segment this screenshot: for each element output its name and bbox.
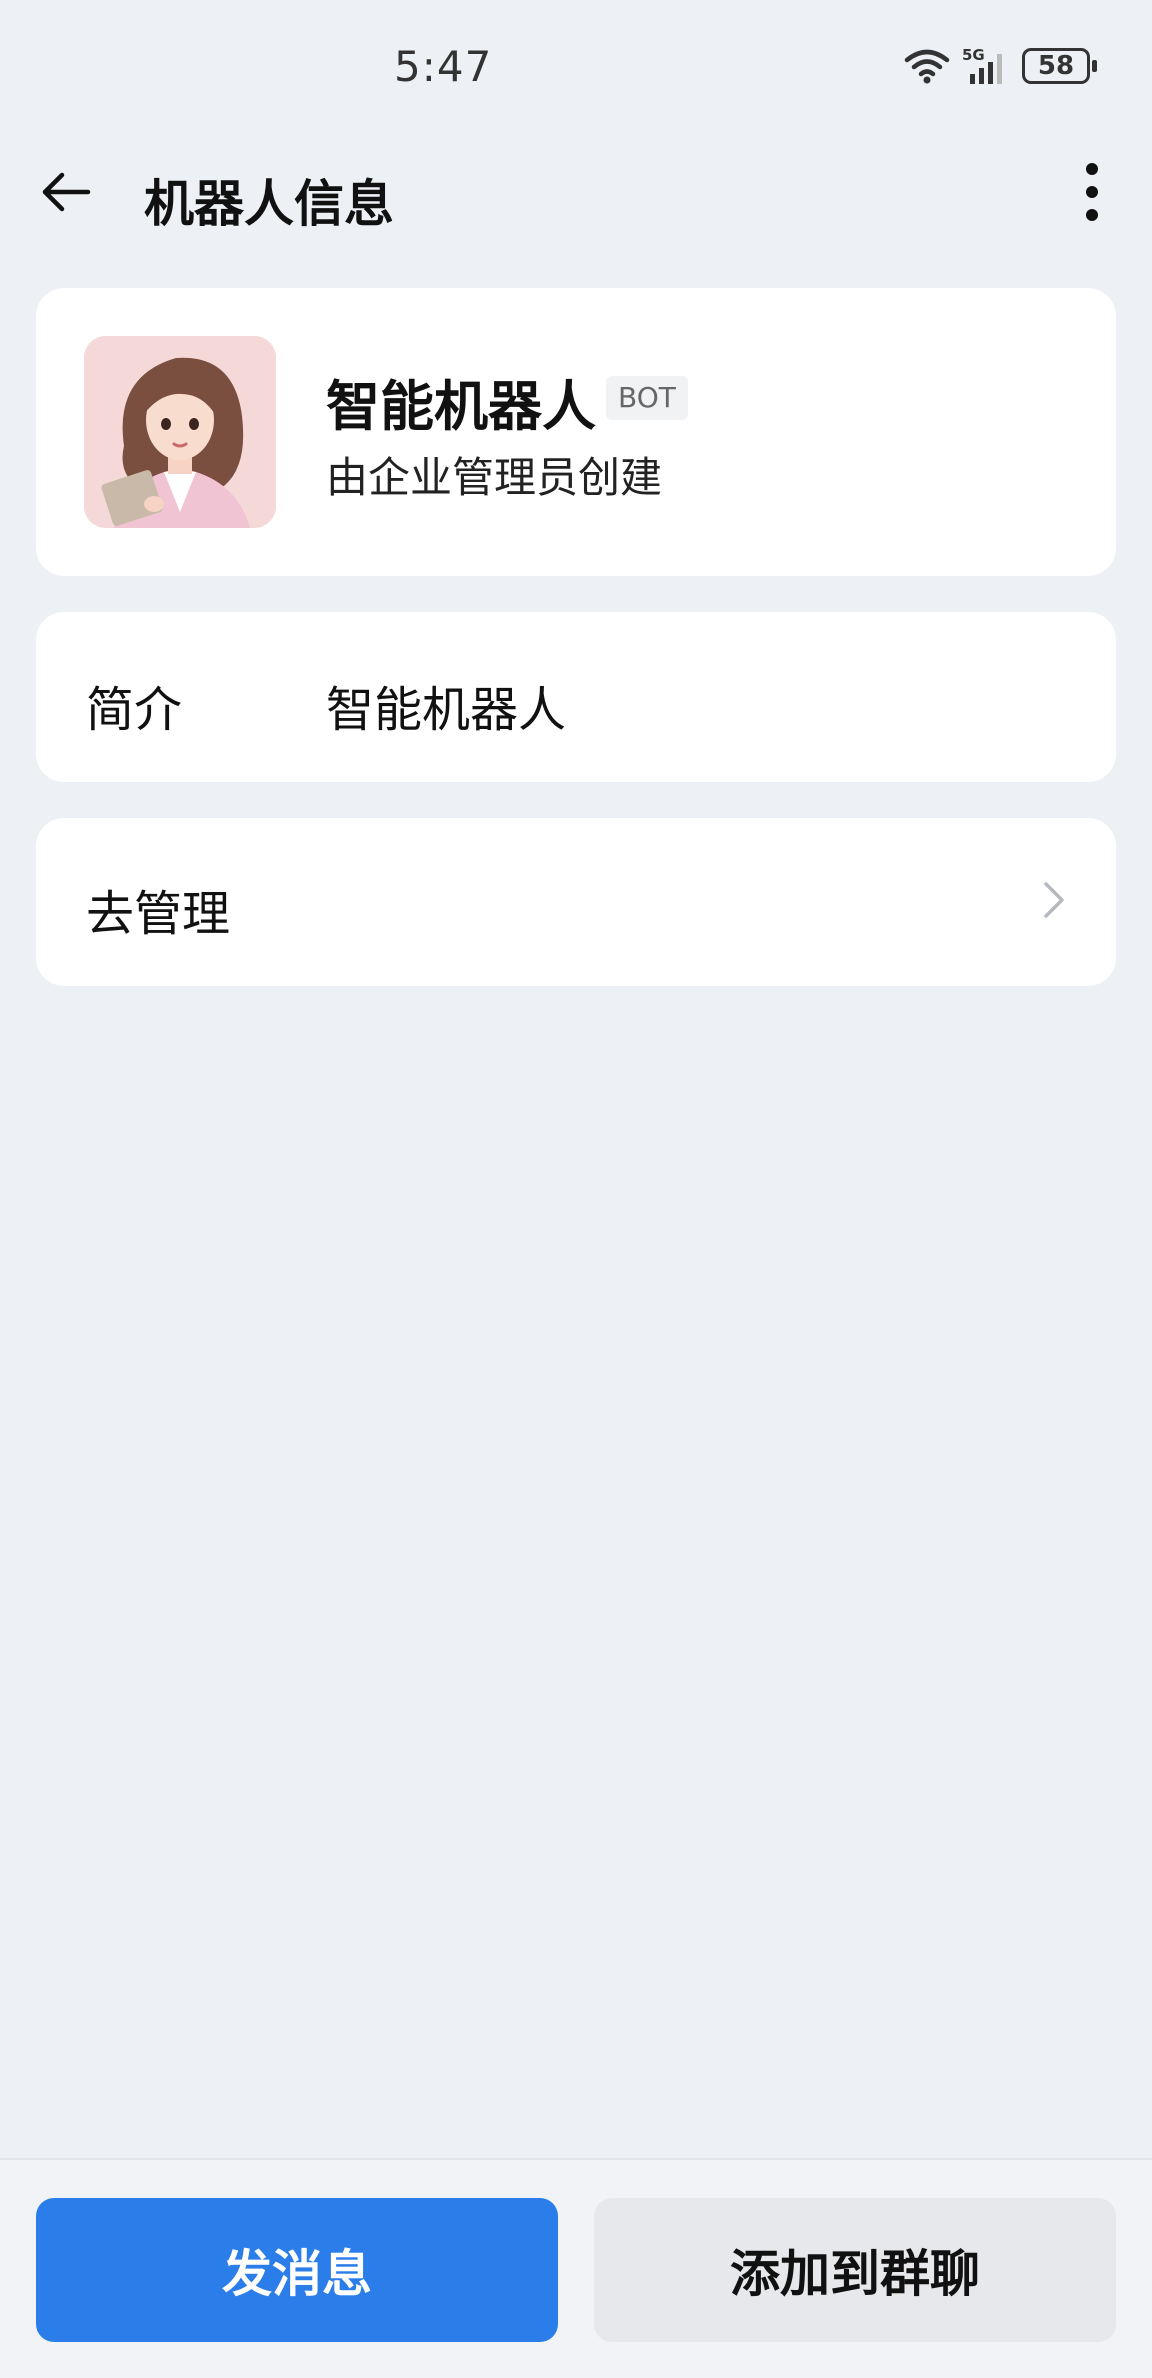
manage-row[interactable]: 去管理 xyxy=(36,818,1116,986)
bot-name: 智能机器人 xyxy=(326,375,596,438)
signal-5g-icon: 5G xyxy=(962,46,1010,86)
bot-profile-card: 智能机器人 BOT 由企业管理员创建 xyxy=(36,288,1116,576)
battery-level: 58 xyxy=(1037,51,1075,81)
status-icons: 5G 58 xyxy=(904,46,1097,86)
add-to-group-button[interactable]: 添加到群聊 xyxy=(594,2198,1116,2342)
send-message-button[interactable]: 发消息 xyxy=(36,2198,558,2342)
page-title: 机器人信息 xyxy=(144,175,394,233)
bot-badge: BOT xyxy=(606,376,688,420)
network-type-label: 5G xyxy=(962,46,985,64)
bot-creator: 由企业管理员创建 xyxy=(326,453,663,502)
manage-label: 去管理 xyxy=(86,886,231,942)
intro-value: 智能机器人 xyxy=(326,682,567,738)
wifi-icon xyxy=(904,48,950,84)
status-time: 5:47 xyxy=(394,42,493,91)
status-bar: 5:47 5G 58 xyxy=(0,0,1152,130)
more-options-button[interactable] xyxy=(1060,156,1124,228)
more-dot-icon xyxy=(1086,163,1098,175)
bottom-action-bar: 发消息 添加到群聊 xyxy=(0,2158,1152,2378)
app-bar: 机器人信息 xyxy=(0,150,1152,234)
chevron-right-icon xyxy=(1044,882,1064,918)
arrow-left-icon xyxy=(42,172,91,212)
more-dot-icon xyxy=(1086,209,1098,221)
battery-icon: 58 xyxy=(1022,48,1097,84)
bot-avatar[interactable] xyxy=(84,336,276,528)
back-button[interactable] xyxy=(34,160,98,224)
more-dot-icon xyxy=(1086,186,1098,198)
intro-card: 简介 智能机器人 xyxy=(36,612,1116,782)
intro-label: 简介 xyxy=(86,682,183,738)
